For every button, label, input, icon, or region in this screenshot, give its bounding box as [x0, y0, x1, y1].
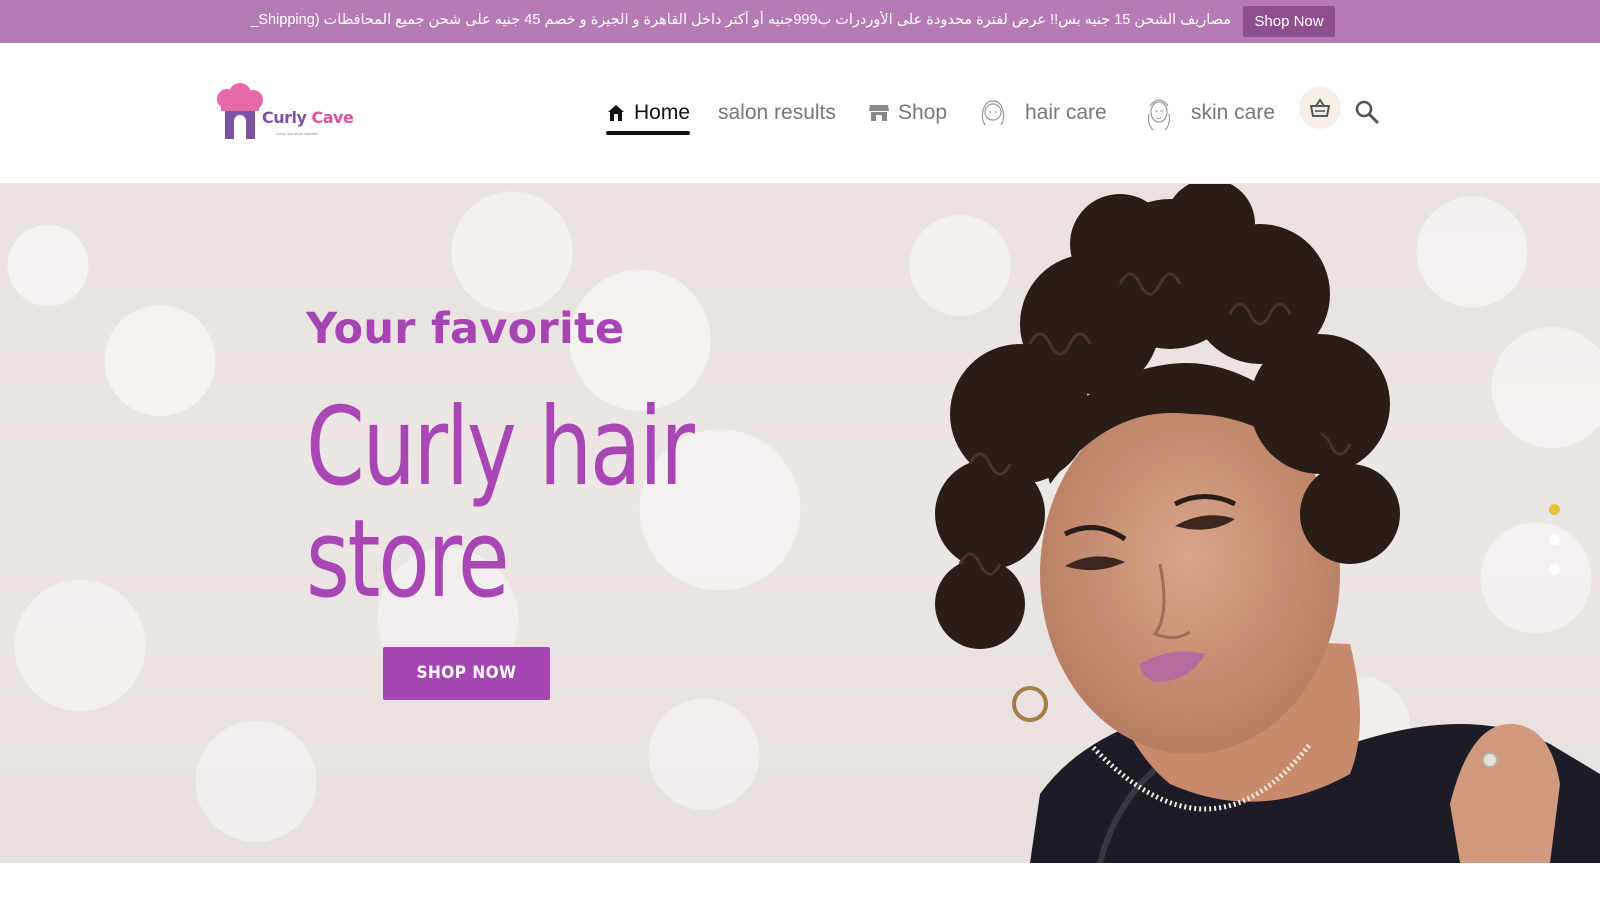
shop-icon: [868, 103, 890, 123]
nav-shop-label: Shop: [898, 101, 948, 124]
promo-bar: مصاريف الشحن 15 جنيه بس!! عرض لفترة محدو…: [0, 0, 1600, 43]
slider-dot-1[interactable]: [1549, 504, 1560, 515]
nav-active-underline: [606, 131, 691, 135]
nav-shop[interactable]: Shop: [868, 93, 947, 133]
logo[interactable]: Curly Cave Curly hair store website: [213, 83, 354, 145]
cart-button[interactable]: [1299, 87, 1341, 129]
nav-home-label: Home: [634, 101, 691, 124]
home-icon: [606, 103, 626, 123]
nav-salon-results-label: salon results: [718, 101, 836, 124]
nav-skin-care-label: skin care: [1191, 101, 1276, 124]
hero-kicker: Your favorite: [306, 304, 625, 354]
basket-icon: [1310, 98, 1330, 117]
nav-skin-care[interactable]: skin care: [1145, 93, 1275, 133]
nav-hair-care-label: hair care: [1025, 101, 1107, 124]
promo-shop-now-button[interactable]: Shop Now: [1243, 6, 1335, 37]
hero-title: Curly hair store: [306, 392, 712, 616]
hero-title-line1: Curly hair: [306, 385, 695, 510]
promo-text: مصاريف الشحن 15 جنيه بس!! عرض لفترة محدو…: [251, 12, 1231, 28]
search-button[interactable]: [1354, 99, 1380, 125]
face-icon: [1145, 94, 1173, 132]
slider-dot-2[interactable]: [1549, 534, 1560, 545]
curly-hair-face-icon: [979, 97, 1007, 129]
nav-hair-care[interactable]: hair care: [979, 93, 1107, 133]
slider-dot-3[interactable]: [1549, 564, 1560, 575]
hero-slider: Your favorite Curly hair store SHOP NOW: [0, 184, 1600, 863]
logo-text: Curly Cave: [262, 108, 354, 127]
site-header: Curly Cave Curly hair store website Home…: [0, 43, 1600, 184]
logo-brand-part1: Curly: [262, 108, 307, 127]
hero-model-image: [935, 184, 1600, 863]
slider-dots: [1549, 504, 1561, 575]
search-icon: [1355, 100, 1379, 124]
hero-shop-now-button[interactable]: SHOP NOW: [383, 647, 550, 700]
nav-salon-results[interactable]: salon results: [718, 93, 836, 133]
logo-tagline: Curly hair store website: [276, 131, 318, 136]
nav-home[interactable]: Home: [606, 93, 691, 135]
hero-title-line2: store: [306, 497, 510, 622]
logo-brand-part2: Cave: [311, 108, 354, 127]
